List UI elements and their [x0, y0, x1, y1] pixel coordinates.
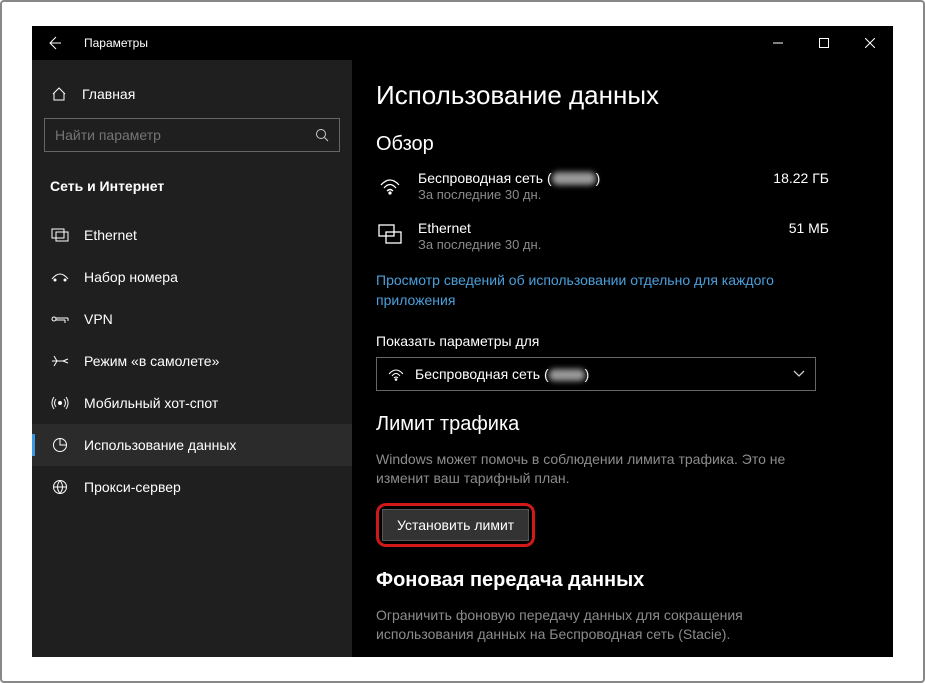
show-for-label: Показать параметры для: [376, 333, 869, 349]
vpn-icon: [50, 313, 70, 325]
redacted-text: [549, 369, 585, 381]
nav-data-usage[interactable]: Использование данных: [32, 424, 352, 466]
chevron-down-icon: [793, 370, 805, 378]
nav-dialup[interactable]: Набор номера: [32, 256, 352, 298]
category-heading: Сеть и Интернет: [32, 152, 352, 214]
back-button[interactable]: [40, 29, 68, 57]
nav-label: Мобильный хот-спот: [84, 395, 218, 411]
nav-airplane[interactable]: Режим «в самолете»: [32, 340, 352, 382]
sidebar: Главная Сеть и Интернет Ethernet: [32, 60, 352, 657]
nav-proxy[interactable]: Прокси-сервер: [32, 466, 352, 508]
search-field[interactable]: [55, 127, 295, 143]
nav-hotspot[interactable]: Мобильный хот-спот: [32, 382, 352, 424]
close-button[interactable]: [847, 26, 893, 60]
main-content: Использование данных Обзор Беспроводная …: [352, 60, 893, 657]
nav-list: Ethernet Набор номера VPN: [32, 214, 352, 508]
wifi-icon: [376, 170, 404, 198]
nav-ethernet[interactable]: Ethernet: [32, 214, 352, 256]
ethernet-name: Ethernet: [418, 220, 775, 236]
dropdown-value: Беспроводная сеть (): [415, 366, 783, 382]
usage-ethernet-row[interactable]: Ethernet За последние 30 дн. 51 МБ: [376, 220, 869, 252]
wifi-amount: 18.22 ГБ: [773, 170, 869, 186]
nav-label: Ethernet: [84, 227, 137, 243]
search-input[interactable]: [44, 118, 340, 152]
hotspot-icon: [50, 395, 70, 411]
window-title: Параметры: [84, 36, 148, 50]
show-for-dropdown[interactable]: Беспроводная сеть (): [376, 357, 816, 391]
ethernet-sub: За последние 30 дн.: [418, 237, 775, 252]
set-limit-button[interactable]: Установить лимит: [382, 509, 529, 541]
minimize-button[interactable]: [755, 26, 801, 60]
nav-vpn[interactable]: VPN: [32, 298, 352, 340]
home-link[interactable]: Главная: [32, 76, 352, 112]
data-usage-icon: [50, 437, 70, 453]
nav-label: Режим «в самолете»: [84, 353, 219, 369]
limit-heading: Лимит трафика: [376, 413, 869, 436]
background-heading: Фоновая передача данных: [376, 569, 869, 592]
maximize-button[interactable]: [801, 26, 847, 60]
search-icon: [315, 128, 329, 142]
home-icon: [50, 86, 68, 102]
wifi-sub: За последние 30 дн.: [418, 187, 759, 202]
usage-wifi-row[interactable]: Беспроводная сеть () За последние 30 дн.…: [376, 170, 869, 202]
window-controls: [755, 26, 893, 60]
proxy-icon: [50, 479, 70, 495]
titlebar: Параметры: [32, 26, 893, 60]
per-app-usage-link[interactable]: Просмотр сведений об использовании отдел…: [376, 270, 809, 311]
ethernet-icon: [50, 228, 70, 242]
limit-desc: Windows может помочь в соблюдении лимита…: [376, 450, 809, 489]
wifi-icon: [387, 367, 405, 381]
nav-label: Использование данных: [84, 437, 236, 453]
redacted-text: [552, 172, 596, 185]
nav-label: Прокси-сервер: [84, 479, 181, 495]
nav-label: Набор номера: [84, 269, 178, 285]
ethernet-icon: [376, 220, 404, 248]
overview-heading: Обзор: [376, 133, 869, 156]
nav-label: VPN: [84, 311, 113, 327]
settings-window: Параметры Главная: [32, 26, 893, 657]
home-label: Главная: [82, 86, 135, 102]
background-desc: Ограничить фоновую передачу данных для с…: [376, 606, 829, 645]
dialup-icon: [50, 271, 70, 283]
highlight-annotation: Установить лимит: [376, 503, 535, 547]
airplane-icon: [50, 353, 70, 369]
page-title: Использование данных: [376, 80, 869, 111]
ethernet-amount: 51 МБ: [789, 220, 869, 236]
wifi-name: Беспроводная сеть (): [418, 170, 759, 186]
